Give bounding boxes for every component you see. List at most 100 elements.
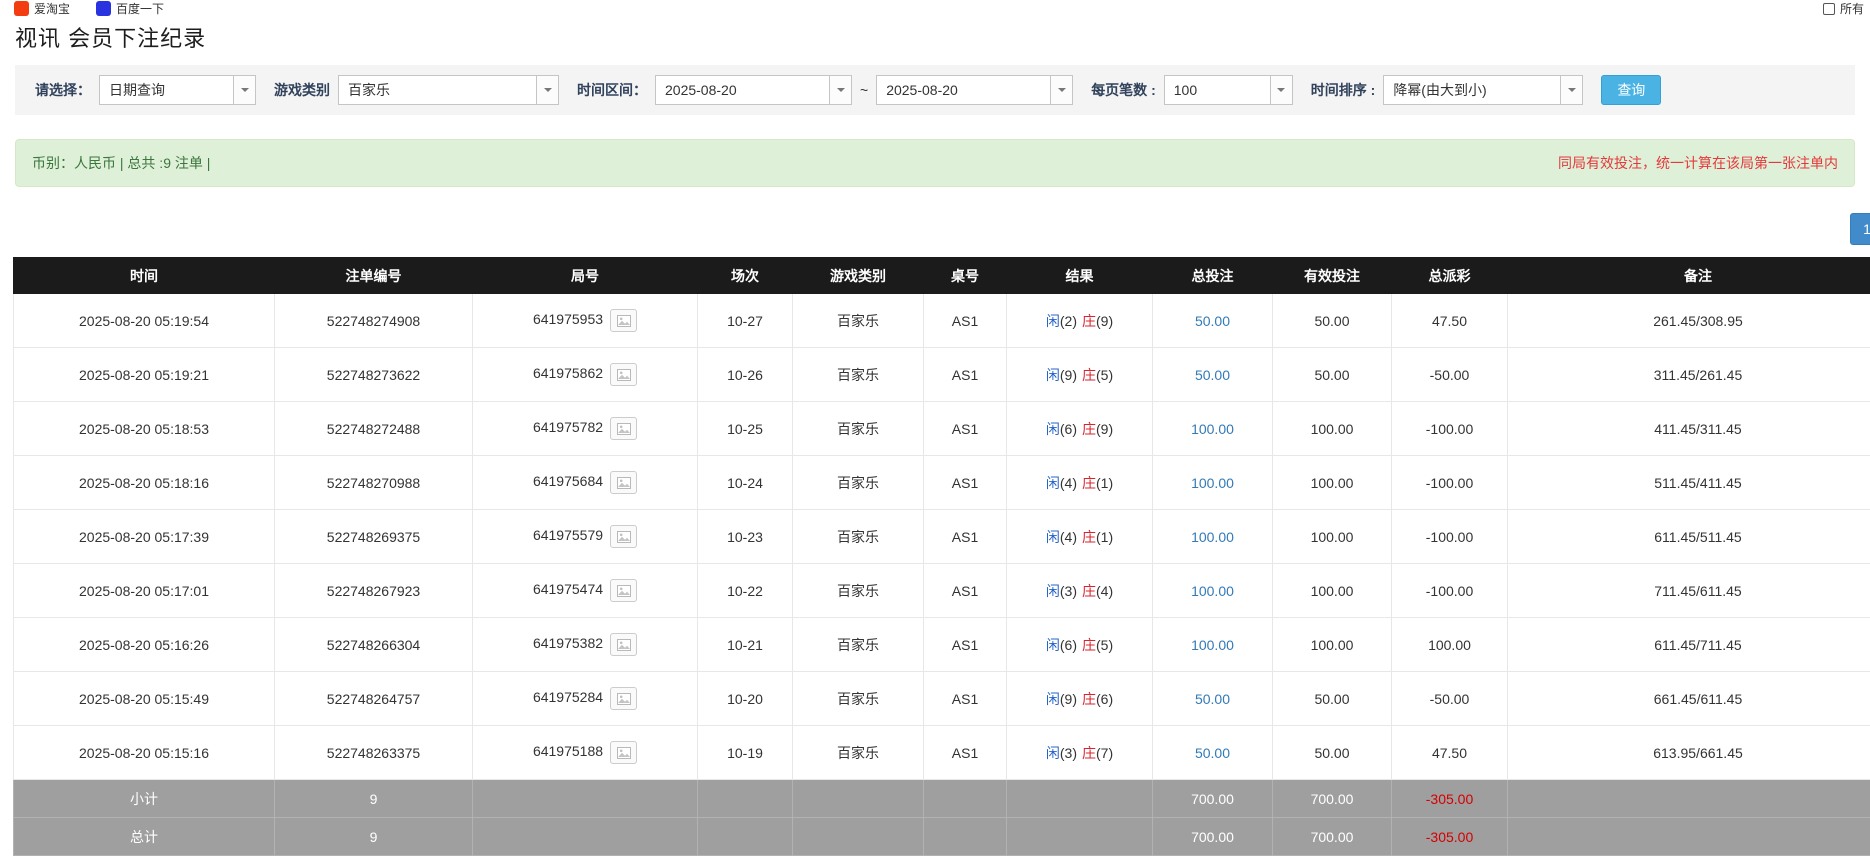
banker-result-label: 庄 — [1082, 637, 1096, 653]
cell-valid-bet: 50.00 — [1273, 726, 1392, 780]
column-header: 桌号 — [924, 258, 1007, 294]
cell-table-no: AS1 — [924, 564, 1007, 618]
bookmark-baidu[interactable]: 百度一下 — [96, 0, 164, 17]
cell-remark: 661.45/611.45 — [1508, 672, 1870, 726]
empty-cell — [1508, 780, 1870, 818]
cell-round: 641975284 — [473, 672, 698, 726]
table-body: 2025-08-20 05:19:54 522748274908 6419759… — [14, 294, 1870, 780]
column-header: 结果 — [1007, 258, 1153, 294]
round-number: 641975862 — [533, 365, 603, 381]
cell-result: 闲(4)庄(1) — [1007, 456, 1153, 510]
cell-result: 闲(3)庄(4) — [1007, 564, 1153, 618]
cell-remark: 711.45/611.45 — [1508, 564, 1870, 618]
total-label: 总计 — [14, 818, 275, 856]
cell-payout: 47.50 — [1392, 726, 1508, 780]
total-bet-link[interactable]: 100.00 — [1191, 475, 1234, 491]
total-bet-link[interactable]: 50.00 — [1195, 367, 1230, 383]
query-type-select[interactable]: 日期查询 — [99, 75, 256, 105]
cell-round: 641975953 — [473, 294, 698, 348]
banker-result-value: (4) — [1096, 583, 1113, 599]
total-bet-link[interactable]: 100.00 — [1191, 637, 1234, 653]
round-result-image-button[interactable] — [610, 363, 637, 386]
all-bookmarks-button[interactable]: 所有 — [1823, 0, 1864, 17]
page-button-1[interactable]: 1 — [1850, 213, 1870, 245]
select-label: 请选择： — [35, 80, 91, 100]
player-result-label: 闲 — [1046, 529, 1060, 545]
total-bet-link[interactable]: 100.00 — [1191, 529, 1234, 545]
round-result-image-button[interactable] — [610, 741, 637, 764]
chevron-down-icon[interactable] — [1050, 76, 1072, 104]
total-bet-link[interactable]: 100.00 — [1191, 583, 1234, 599]
round-result-image-button[interactable] — [610, 309, 637, 332]
subtotal-valid-bet: 700.00 — [1273, 780, 1392, 818]
round-result-image-button[interactable] — [610, 579, 637, 602]
cell-valid-bet: 100.00 — [1273, 618, 1392, 672]
subtotal-label: 小计 — [14, 780, 275, 818]
cell-total-bet: 100.00 — [1153, 618, 1273, 672]
total-valid-bet: 700.00 — [1273, 818, 1392, 856]
round-result-image-button[interactable] — [610, 471, 637, 494]
chevron-down-icon[interactable] — [1560, 76, 1582, 104]
cell-remark: 611.45/711.45 — [1508, 618, 1870, 672]
table-foot: 小计 9 700.00 700.00 -305.00 总计 9 700.00 7… — [14, 780, 1870, 856]
cell-round: 641975782 — [473, 402, 698, 456]
cell-game-type: 百家乐 — [793, 402, 924, 456]
chevron-down-icon[interactable] — [1270, 76, 1292, 104]
banker-result-value: (1) — [1096, 475, 1113, 491]
bookmark-aitaobao[interactable]: 爱淘宝 — [14, 0, 70, 17]
cell-time: 2025-08-20 05:19:54 — [14, 294, 275, 348]
total-bet-link[interactable]: 50.00 — [1195, 745, 1230, 761]
table-row: 2025-08-20 05:19:21 522748273622 6419758… — [14, 348, 1870, 402]
date-to-value: 2025-08-20 — [877, 76, 1050, 104]
image-icon — [617, 747, 631, 759]
total-count: 9 — [275, 818, 473, 856]
sort-select[interactable]: 降幂(由大到小) — [1383, 75, 1583, 105]
total-bet-link[interactable]: 100.00 — [1191, 421, 1234, 437]
cell-valid-bet: 50.00 — [1273, 348, 1392, 402]
table-row: 2025-08-20 05:17:39 522748269375 6419755… — [14, 510, 1870, 564]
empty-cell — [793, 818, 924, 856]
round-result-image-button[interactable] — [610, 687, 637, 710]
chevron-down-icon[interactable] — [233, 76, 255, 104]
empty-cell — [698, 818, 793, 856]
cell-table-no: AS1 — [924, 672, 1007, 726]
total-bet-link[interactable]: 50.00 — [1195, 691, 1230, 707]
round-result-image-button[interactable] — [610, 633, 637, 656]
total-total-bet: 700.00 — [1153, 818, 1273, 856]
round-result-image-button[interactable] — [610, 417, 637, 440]
page-size-select[interactable]: 100 — [1164, 75, 1293, 105]
cell-session: 10-22 — [698, 564, 793, 618]
date-from-input[interactable]: 2025-08-20 — [655, 75, 852, 105]
total-bet-link[interactable]: 50.00 — [1195, 313, 1230, 329]
table-head: 时间注单编号局号场次游戏类别桌号结果总投注有效投注总派彩备注 — [14, 258, 1870, 294]
image-icon — [617, 315, 631, 327]
table-row: 2025-08-20 05:19:54 522748274908 6419759… — [14, 294, 1870, 348]
cell-bet-id: 522748266304 — [275, 618, 473, 672]
cell-session: 10-26 — [698, 348, 793, 402]
empty-cell — [1007, 818, 1153, 856]
player-result-label: 闲 — [1046, 745, 1060, 761]
chevron-down-icon[interactable] — [536, 76, 558, 104]
game-type-select[interactable]: 百家乐 — [338, 75, 559, 105]
cell-round: 641975474 — [473, 564, 698, 618]
banker-result-value: (7) — [1096, 745, 1113, 761]
cell-valid-bet: 50.00 — [1273, 294, 1392, 348]
all-bookmarks-label: 所有 — [1840, 0, 1864, 17]
cell-game-type: 百家乐 — [793, 348, 924, 402]
cell-total-bet: 50.00 — [1153, 348, 1273, 402]
page-title: 视讯 会员下注纪录 — [15, 21, 1870, 53]
cell-game-type: 百家乐 — [793, 456, 924, 510]
subtotal-total-bet: 700.00 — [1153, 780, 1273, 818]
sort-label: 时间排序 : — [1311, 80, 1376, 100]
cell-remark: 611.45/511.45 — [1508, 510, 1870, 564]
filter-bar: 请选择： 日期查询 游戏类别 百家乐 时间区间： 2025-08-20 ~ 20… — [15, 65, 1855, 115]
search-button[interactable]: 查询 — [1601, 75, 1661, 105]
cell-session: 10-23 — [698, 510, 793, 564]
column-header: 总投注 — [1153, 258, 1273, 294]
chevron-down-icon[interactable] — [829, 76, 851, 104]
table-row: 2025-08-20 05:18:53 522748272488 6419757… — [14, 402, 1870, 456]
round-result-image-button[interactable] — [610, 525, 637, 548]
total-payout: -305.00 — [1392, 818, 1508, 856]
date-to-input[interactable]: 2025-08-20 — [876, 75, 1073, 105]
round-number: 641975953 — [533, 311, 603, 327]
